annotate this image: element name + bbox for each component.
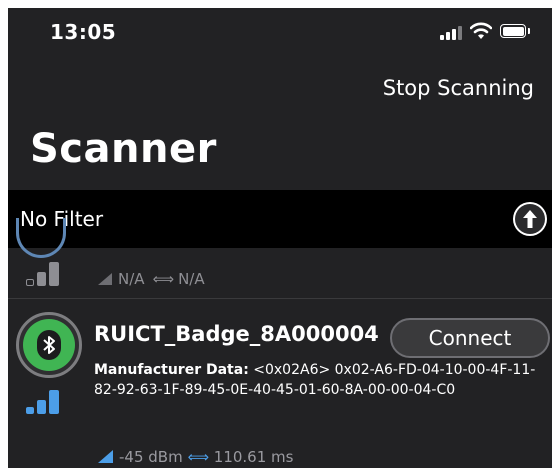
rssi-value: N/A: [118, 270, 145, 288]
interval-arrows-icon: ⟺: [187, 448, 209, 466]
signal-strength-icon: [98, 450, 113, 463]
manufacturer-label: Manufacturer Data:: [94, 362, 249, 378]
rssi-value: -45 dBm: [119, 448, 183, 466]
status-time: 13:05: [50, 20, 117, 44]
wifi-icon: [470, 22, 492, 39]
manufacturer-data: Manufacturer Data: <0x02A6> 0x02-A6-FD-0…: [94, 360, 544, 400]
device-list-item[interactable]: N/A ⟺ N/A: [8, 218, 552, 299]
bluetooth-icon: [37, 330, 61, 360]
device-meta: -45 dBm ⟺ 110.61 ms: [98, 448, 293, 466]
connect-button[interactable]: Connect: [390, 318, 550, 358]
rssi-bars-icon: [26, 262, 64, 286]
device-name: RUICT_Badge_8A000004: [94, 322, 379, 346]
rssi-bars-icon: [26, 390, 64, 414]
page-title: Scanner: [30, 126, 217, 172]
device-avatar: [16, 218, 66, 258]
interval-value: N/A: [178, 270, 205, 288]
stop-scanning-button[interactable]: Stop Scanning: [383, 76, 534, 100]
status-bar: 13:05: [8, 8, 552, 52]
sort-arrow-icon[interactable]: [513, 202, 547, 236]
scanner-screen: 13:05 Stop Scanning Scanner No Filter N/…: [8, 8, 552, 468]
signal-icon: [440, 26, 462, 40]
interval-value: 110.61 ms: [213, 448, 294, 466]
device-avatar: [16, 312, 82, 378]
battery-icon: [500, 24, 530, 38]
device-meta: N/A ⟺ N/A: [98, 270, 205, 288]
device-list-item[interactable]: RUICT_Badge_8A000004 Connect Manufacture…: [8, 298, 552, 468]
interval-arrows-icon: ⟺: [152, 270, 175, 288]
filter-bar[interactable]: No Filter: [8, 190, 552, 248]
signal-strength-icon: [98, 273, 112, 285]
